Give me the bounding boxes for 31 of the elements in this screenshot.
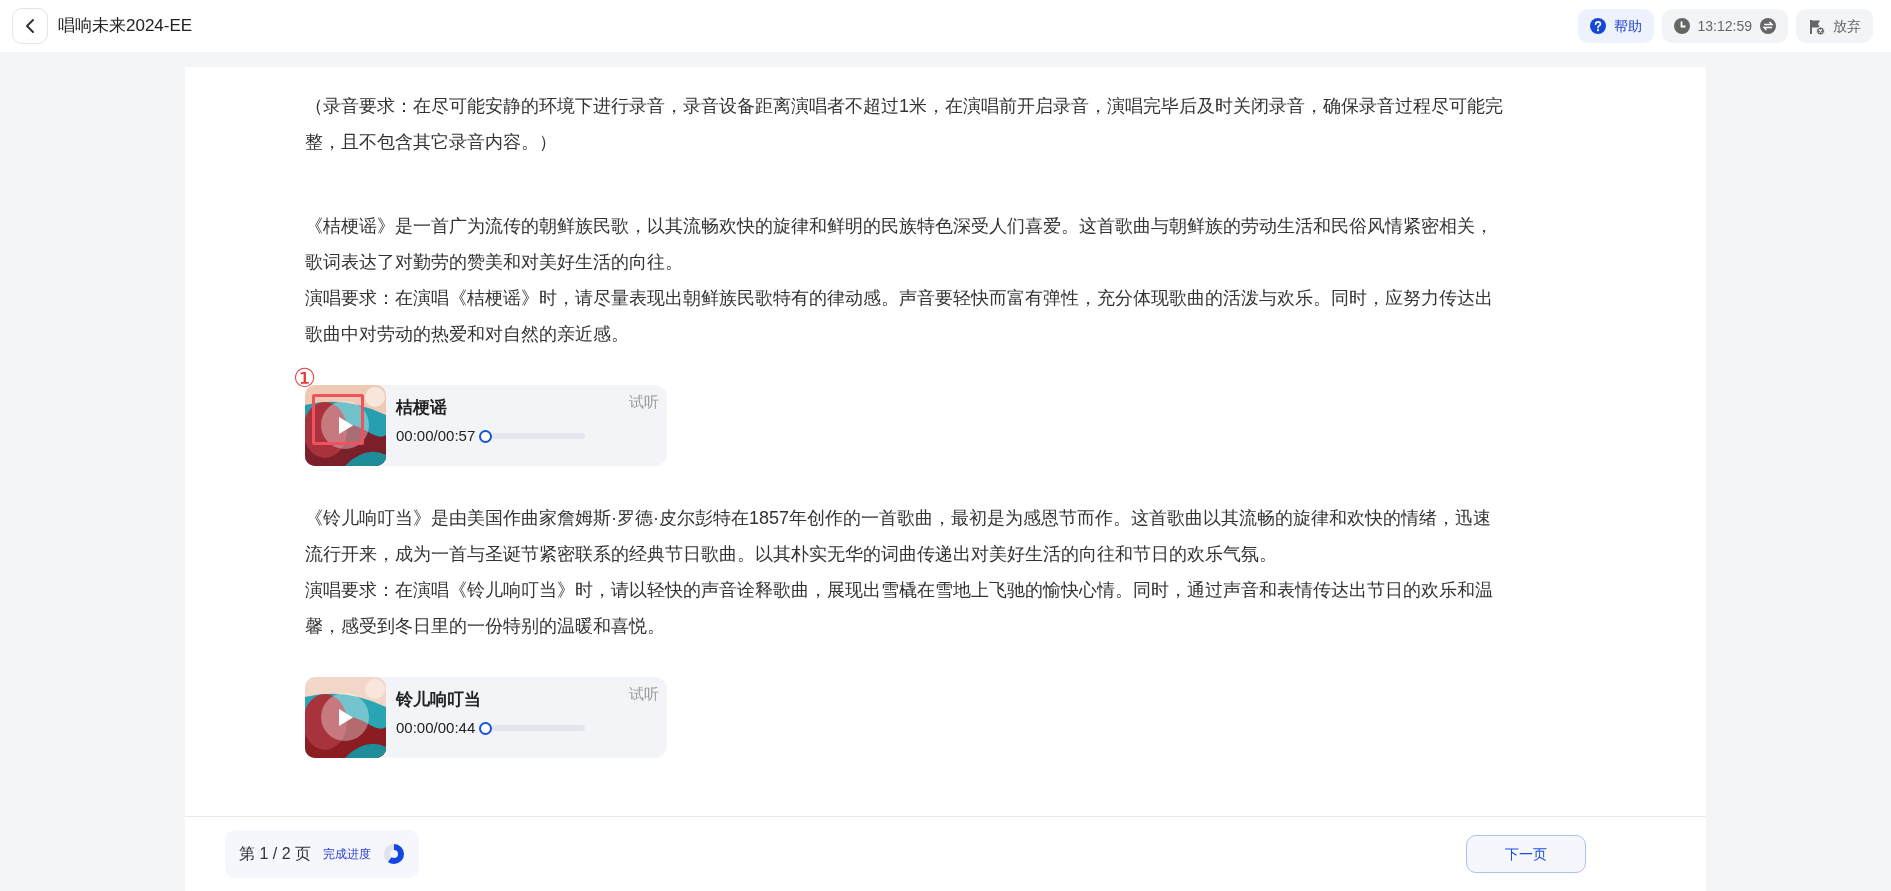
play-icon	[337, 415, 353, 435]
help-button[interactable]: 帮助	[1577, 9, 1654, 43]
annotation-number: ①	[293, 365, 317, 391]
singing-requirement: 演唱要求：在演唱《铃儿响叮当》时，请以轻快的声音诠释歌曲，展现出雪橇在雪地上飞驰的愉快心情。同时，通过声音和表情传达出节日的欢乐和温馨，感受到冬日里的一份特别的温暖和喜悦。	[305, 579, 1494, 638]
flag-icon	[1808, 17, 1825, 35]
back-button[interactable]	[12, 8, 48, 44]
singing-requirement: 演唱要求：在演唱《桔梗谣》时，请尽量表现出朝鲜族民歌特有的律动感。声音要轻快而富有弹性，充分体现歌曲的活泼与欢乐。同时，应努力传达出歌曲中对劳动的热爱和对自然的亲近感。	[305, 287, 1494, 346]
progress-label: 完成进度	[323, 846, 372, 863]
back-icon	[24, 18, 36, 34]
recording-note: （录音要求：在尽可能安静的环境下进行录音，录音设备距离演唱者不超过1米，在演唱前开启录音，演唱完毕后及时关闭录音，确保录音过程尽可能完整，且不包含其它录音内容。）	[305, 95, 1503, 154]
song-title: 铃儿响叮当	[396, 689, 482, 711]
abandon-button[interactable]: 放弃	[1796, 9, 1873, 43]
progress-handle[interactable]	[479, 721, 493, 735]
song-description: 《桔梗谣》是一首广为流传的朝鲜族民歌，以其流畅欢快的旋律和鲜明的民族特色深受人们喜爱。这首歌曲与朝鲜族的劳动生活和民俗风情紧密相关，歌词表达了对勤劳的赞美和对美好生活的向往。	[305, 215, 1494, 274]
page-number: 第 1 / 2 页	[239, 844, 312, 864]
swap-icon[interactable]	[1760, 18, 1776, 34]
timer-text: 13:12:59	[1697, 16, 1752, 36]
progress-ring	[383, 843, 406, 865]
song-description: 《铃儿响叮当》是由美国作曲家詹姆斯·罗德·皮尔彭特在1857年创作的一首歌曲，最初是为感恩节而作。这首歌曲以其流畅的旋律和欢快的情绪，迅速流行开来，成为一首与圣诞节紧密联系的经典节日歌曲。以其朴实无华的词曲传递出对美好生活的向往和节日的欢乐气氛。	[305, 507, 1493, 566]
help-icon	[1589, 18, 1606, 34]
playback-time: 00:00/00:44	[396, 718, 476, 738]
next-page-button[interactable]: 下一页	[1466, 835, 1586, 873]
clock-icon	[1673, 18, 1690, 34]
song-title: 桔梗谣	[396, 397, 448, 419]
playback-time: 00:00/00:57	[396, 426, 476, 446]
page-title: 唱响未来2024-EE	[58, 15, 193, 38]
play-icon	[337, 707, 353, 727]
progress-handle[interactable]	[479, 429, 493, 443]
play-button[interactable]	[321, 693, 369, 741]
play-button[interactable]	[321, 401, 369, 449]
annotation-box	[312, 394, 364, 445]
